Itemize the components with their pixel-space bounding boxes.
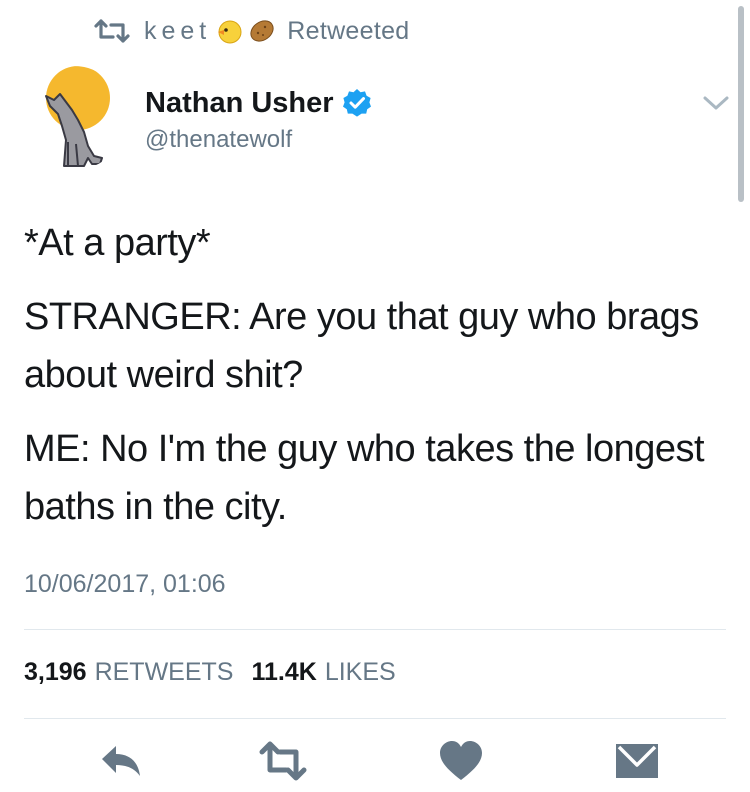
divider <box>24 718 726 719</box>
chick-emoji <box>218 20 242 44</box>
tweet-paragraph: STRANGER: Are you that guy who brags abo… <box>24 296 699 396</box>
tweet-paragraph: ME: No I'm the guy who takes the longest… <box>24 428 705 528</box>
retweeted-label: Retweeted <box>287 16 410 45</box>
like-icon[interactable] <box>436 738 486 784</box>
author-name[interactable]: Nathan Usher <box>145 87 334 120</box>
tweet-timestamp: 10/06/2017, 01:06 <box>24 570 226 598</box>
verified-badge-icon <box>342 89 371 117</box>
likes-count[interactable]: 11.4K <box>251 658 316 687</box>
tweet-stats: 3,196 RETWEETS 11.4K LIKES <box>24 658 414 687</box>
retweets-label[interactable]: RETWEETS <box>95 658 234 687</box>
chevron-down-icon[interactable] <box>702 94 730 112</box>
retweet-context: keet Retweeted <box>92 14 410 48</box>
tweet-author: Nathan Usher @thenatewolf <box>145 86 372 154</box>
howling-wolf-moon-avatar <box>22 66 126 170</box>
tweet-text: *At a party* STRANGER: Are you that guy … <box>24 214 724 552</box>
tweet-paragraph: *At a party* <box>24 222 211 264</box>
avatar[interactable] <box>22 66 126 170</box>
retweet-icon[interactable] <box>258 738 308 784</box>
reply-icon[interactable] <box>96 738 146 784</box>
retweeter-name[interactable]: keet <box>144 17 211 46</box>
potato-emoji <box>250 20 274 42</box>
retweet-icon <box>94 19 130 43</box>
retweets-count[interactable]: 3,196 <box>24 658 87 687</box>
author-handle[interactable]: @thenatewolf <box>145 126 372 154</box>
divider <box>24 629 726 630</box>
action-bar <box>0 738 750 786</box>
direct-message-icon[interactable] <box>612 738 662 784</box>
author-name-row: Nathan Usher <box>145 86 372 120</box>
likes-label[interactable]: LIKES <box>325 658 396 687</box>
scrollbar[interactable] <box>738 6 744 202</box>
